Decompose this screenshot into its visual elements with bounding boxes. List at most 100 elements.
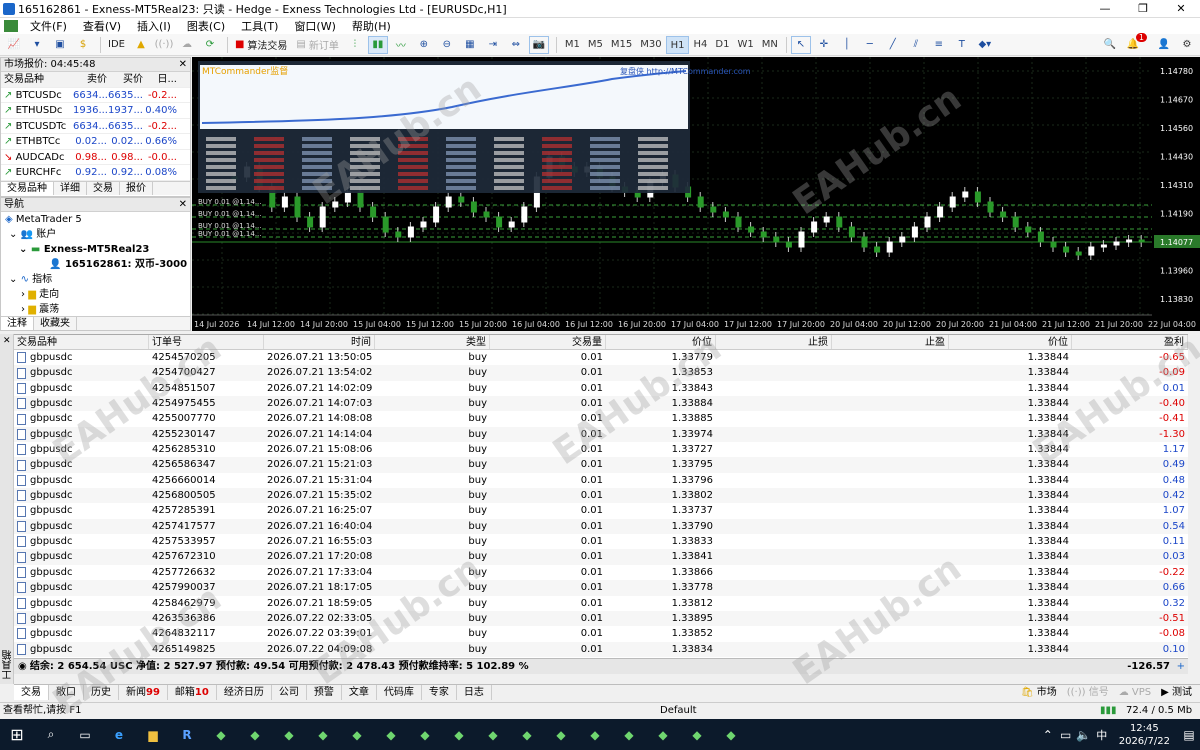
nav-item-server[interactable]: ⌄ ▬ Exness-MT5Real23 <box>1 242 190 257</box>
menu-view[interactable]: 查看(V) <box>75 18 129 34</box>
nav-item-metatrader[interactable]: ◈ MetaTrader 5 <box>1 212 190 227</box>
mt5-app-icon[interactable]: ◆ <box>476 719 510 750</box>
market-watch-row[interactable]: ↘ AUDCADc 0.98... 0.98... -0.0... <box>1 150 190 165</box>
mt5-app-icon[interactable]: ◆ <box>238 719 272 750</box>
algo-trading-button[interactable]: ■ 算法交易 <box>232 36 290 54</box>
tf-mn[interactable]: MN <box>758 36 782 54</box>
screenshot-icon[interactable]: 📷 <box>528 35 549 54</box>
search-icon[interactable]: 🔍 <box>1100 36 1120 54</box>
tf-m1[interactable]: M1 <box>561 36 584 54</box>
mt5-app-icon[interactable]: ◆ <box>578 719 612 750</box>
new-order-button[interactable]: ▤ 新订单 <box>293 36 341 54</box>
table-row[interactable]: gbpusdc 4254851507 2026.07.21 14:02:09 buy 0… <box>14 381 1188 396</box>
cloud-icon[interactable]: ☁ <box>177 36 197 54</box>
table-row[interactable]: gbpusdc 4255230147 2026.07.21 14:14:04 buy 0… <box>14 426 1188 443</box>
shapes-icon[interactable]: ◆▾ <box>975 36 995 54</box>
mt5-app-icon[interactable]: ◆ <box>340 719 374 750</box>
col-symbol[interactable]: 交易品种 <box>1 72 73 87</box>
crosshair-icon[interactable]: ✛ <box>814 36 834 54</box>
bar-chart-icon[interactable]: ⫶ <box>345 36 365 54</box>
table-row[interactable]: gbpusdc 4257533957 2026.07.21 16:55:03 buy 0… <box>14 534 1188 549</box>
market-watch-row[interactable]: ↗ ETHBTCc 0.02... 0.02... 0.66% <box>1 134 190 150</box>
toolbox-tab[interactable]: 敞口 <box>49 685 84 700</box>
line-chart-icon[interactable]: 〰 <box>391 36 411 54</box>
tf-m5[interactable]: M5 <box>584 36 607 54</box>
toolbox-tab[interactable]: 经济日历 <box>217 685 272 700</box>
mt5-app-icon[interactable]: ◆ <box>680 719 714 750</box>
tab-trading[interactable]: 交易 <box>87 181 120 195</box>
market-watch-row[interactable]: ↗ BTCUSDc 6634... 6635... -0.2... <box>1 88 190 103</box>
toolbox-tab[interactable]: 文章 <box>342 685 377 700</box>
explorer-icon[interactable]: ▆ <box>136 719 170 750</box>
fibo-icon[interactable]: ≡ <box>929 36 949 54</box>
minimize-button[interactable]: — <box>1086 0 1124 18</box>
table-row[interactable]: gbpusdc 4254570205 2026.07.21 13:50:05 buy 0… <box>14 350 1188 365</box>
toolbox-side-tab[interactable]: 工具箱 ✕ <box>0 334 14 684</box>
zoom-out-icon[interactable]: ⊖ <box>437 36 457 54</box>
market-watch-row[interactable]: ↗ ETHUSDc 1936... 1937... 0.40% <box>1 103 190 119</box>
mt5-app-icon[interactable]: ◆ <box>714 719 748 750</box>
col-type[interactable]: 类型 <box>375 335 490 349</box>
table-row[interactable]: gbpusdc 4256586347 2026.07.21 15:21:03 buy 0… <box>14 457 1188 473</box>
vps-link[interactable]: ☁ VPS <box>1119 685 1151 700</box>
channel-icon[interactable]: ⫽ <box>906 36 926 54</box>
toolbox-tab[interactable]: 公司 <box>272 685 307 700</box>
table-row[interactable]: gbpusdc 4256660014 2026.07.21 15:31:04 buy 0… <box>14 473 1188 488</box>
maximize-button[interactable]: ❐ <box>1124 0 1162 18</box>
tf-w1[interactable]: W1 <box>733 36 757 54</box>
table-row[interactable]: gbpusdc 4255007770 2026.07.21 14:08:08 buy 0… <box>14 411 1188 426</box>
vertical-line-icon[interactable]: │ <box>837 36 857 54</box>
menu-charts[interactable]: 图表(C) <box>179 18 233 34</box>
table-row[interactable]: gbpusdc 4257285391 2026.07.21 16:25:07 buy 0… <box>14 503 1188 518</box>
tf-m30[interactable]: M30 <box>636 36 665 54</box>
tab-common[interactable]: 注释 <box>1 317 34 330</box>
col-tp[interactable]: 止盈 <box>832 335 949 349</box>
col-ask[interactable]: 买价 <box>107 72 143 87</box>
signal-icon[interactable]: ((·)) <box>154 36 174 54</box>
trendline-icon[interactable]: ╱ <box>883 36 903 54</box>
toolbox-tab[interactable]: 邮箱10 <box>168 685 217 700</box>
app-r-icon[interactable]: R <box>170 719 204 750</box>
nav-item-account[interactable]: 👤 165162861: 双币-3000 <box>1 257 190 272</box>
table-row[interactable]: gbpusdc 4265149825 2026.07.22 04:09:08 buy 0… <box>14 641 1188 657</box>
settings-icon[interactable]: ⚙ <box>1177 36 1197 54</box>
toolbox-tab[interactable]: 日志 <box>457 685 492 700</box>
cursor-icon[interactable]: ↖ <box>790 35 811 54</box>
chart-window-icon[interactable]: ▣ <box>50 36 70 54</box>
mt5-app-icon[interactable]: ◆ <box>510 719 544 750</box>
task-view-icon[interactable]: ▭ <box>68 719 102 750</box>
tray-chevron-icon[interactable]: ⌃ <box>1039 719 1057 750</box>
market-link[interactable]: 🛍 市场 <box>1021 685 1057 700</box>
mt5-app-icon[interactable]: ◆ <box>544 719 578 750</box>
mt5-app-icon[interactable]: ◆ <box>374 719 408 750</box>
chart-canvas[interactable]: 1.14780 1.14670 1.14560 1.14430 1.14310 1.141… <box>192 57 1200 331</box>
text-tool-icon[interactable]: T <box>952 36 972 54</box>
menu-file[interactable]: 文件(F) <box>22 18 75 34</box>
start-button[interactable]: ⊞ <box>0 719 34 750</box>
ide-button[interactable]: IDE <box>105 36 128 54</box>
tf-d1[interactable]: D1 <box>711 36 733 54</box>
nav-item-oscillators[interactable]: › ▆ 震荡 <box>1 302 190 317</box>
close-icon[interactable]: ✕ <box>179 198 187 212</box>
ime-icon[interactable]: 中 <box>1093 719 1111 750</box>
col-volume[interactable]: 交易量 <box>490 335 606 349</box>
toolbox-tab[interactable]: 新闻99 <box>119 685 168 700</box>
col-symbol[interactable]: 交易品种 <box>14 335 149 349</box>
mt5-app-icon[interactable]: ◆ <box>204 719 238 750</box>
tf-h4[interactable]: H4 <box>689 36 711 54</box>
network-icon[interactable]: ▭ <box>1057 719 1075 750</box>
account-icon[interactable]: 👤 <box>1154 36 1174 54</box>
candles-icon[interactable]: ▮▮ <box>367 35 388 54</box>
col-daily-change[interactable]: 日... <box>143 72 179 87</box>
mt5-app-icon[interactable]: ◆ <box>272 719 306 750</box>
table-row[interactable]: gbpusdc 4254975455 2026.07.21 14:07:03 buy 0… <box>14 396 1188 412</box>
close-icon[interactable]: ✕ <box>3 336 11 346</box>
col-sl[interactable]: 止损 <box>716 335 832 349</box>
tab-details[interactable]: 详细 <box>54 181 87 195</box>
clock[interactable]: 12:45 2026/7/22 <box>1111 722 1178 748</box>
toolbox-tab[interactable]: 预警 <box>307 685 342 700</box>
table-row[interactable]: gbpusdc 4264832117 2026.07.22 03:39:01 buy 0… <box>14 626 1188 641</box>
col-bid[interactable]: 卖价 <box>73 72 107 87</box>
toolbox-tab[interactable]: 历史 <box>84 685 119 700</box>
table-row[interactable]: gbpusdc 4257726632 2026.07.21 17:33:04 buy 0… <box>14 565 1188 580</box>
